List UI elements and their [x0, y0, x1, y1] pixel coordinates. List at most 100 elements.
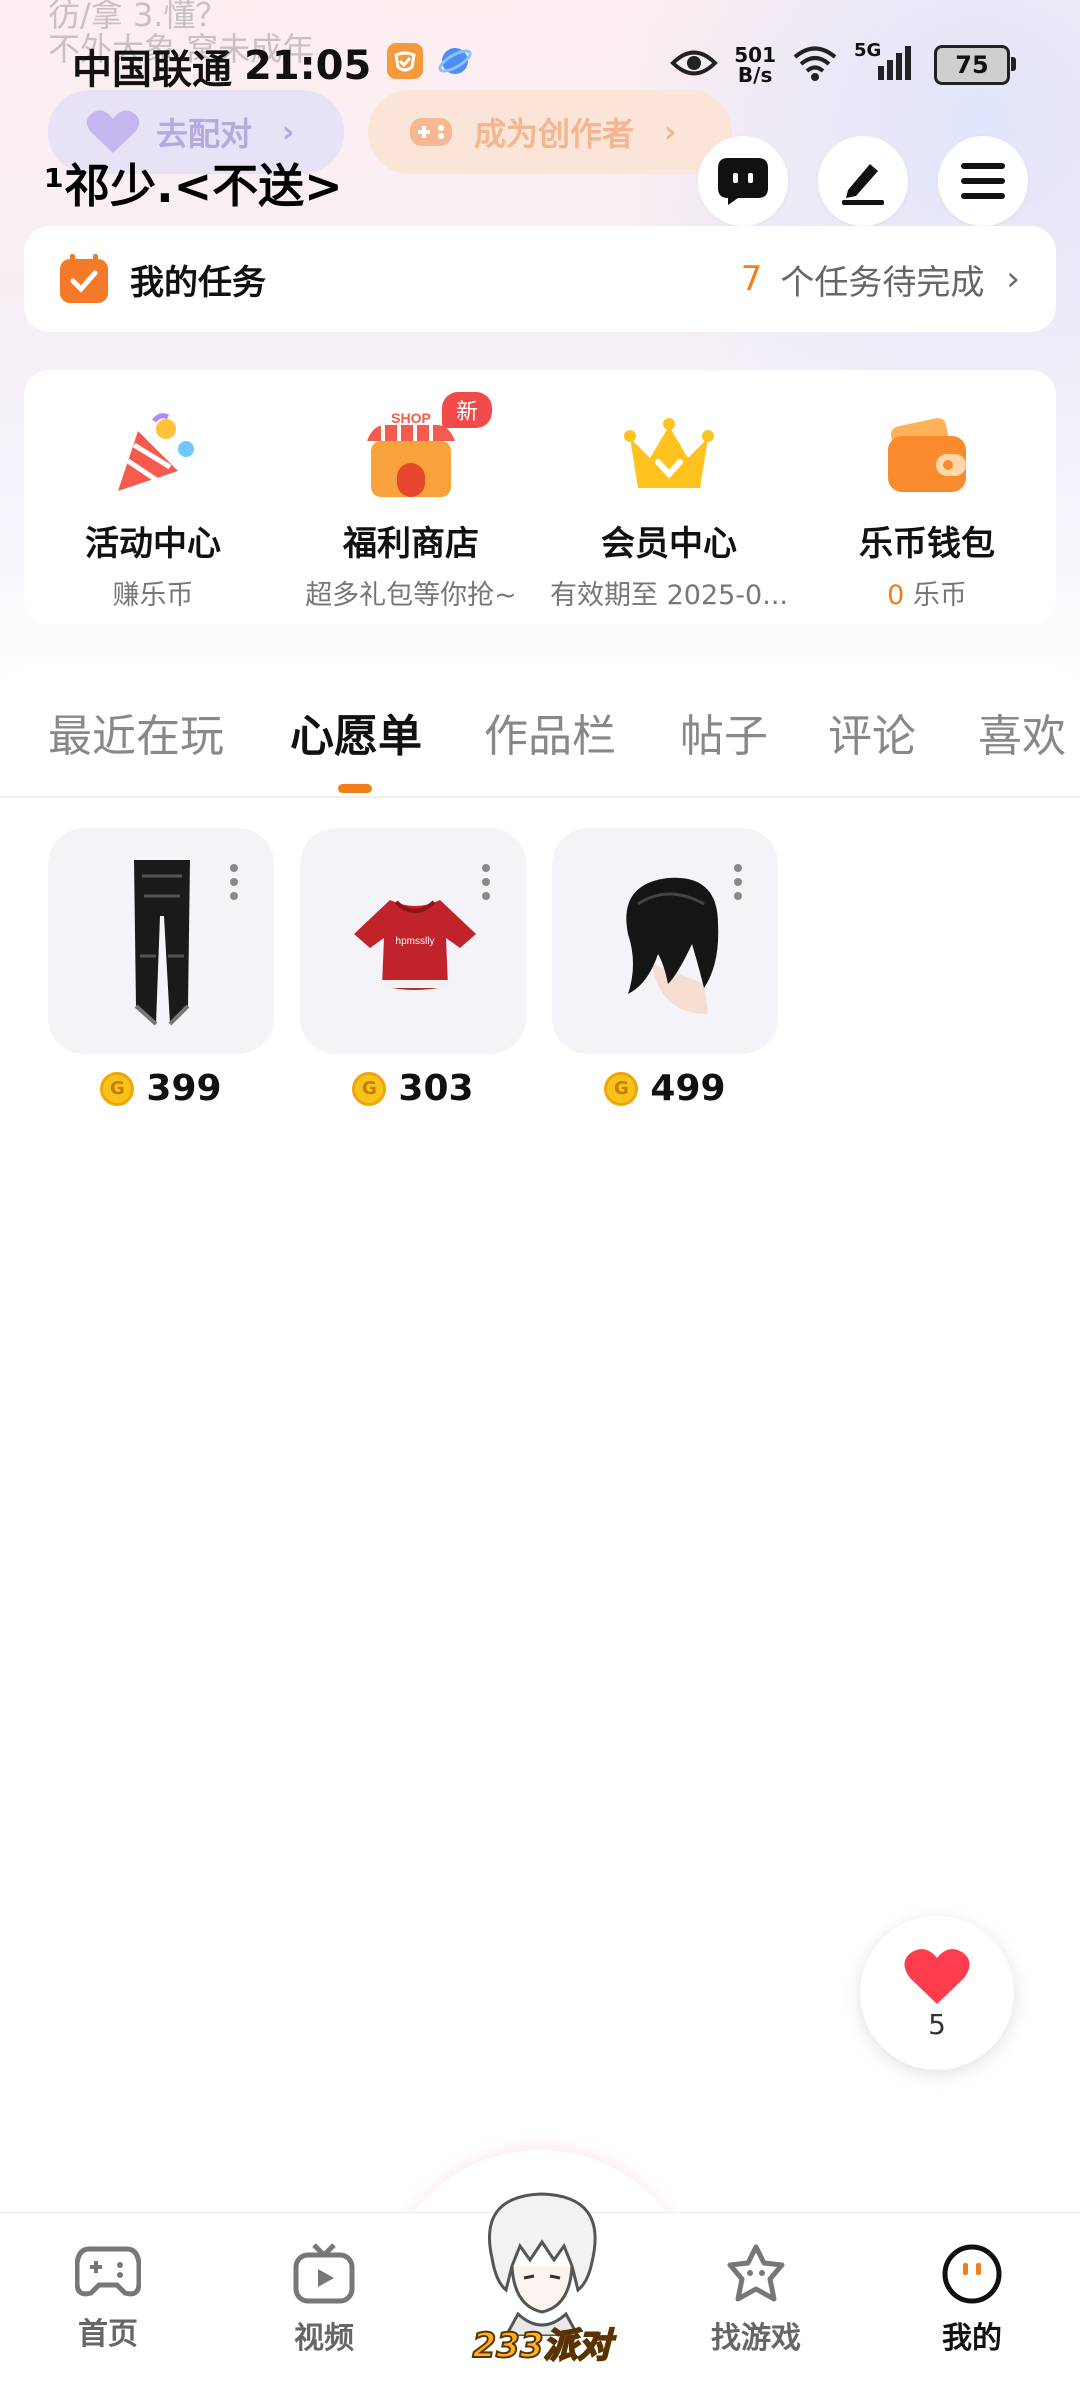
quick-entry-card: 活动中心 赚乐币 SHOP 新 福利商店 超多礼包等你抢~ 会员中心 有效期至 … — [24, 370, 1056, 626]
tab-comments[interactable]: 评论 — [828, 700, 916, 764]
tab-posts[interactable]: 帖子 — [680, 700, 768, 764]
wishlist-item[interactable]: hpmsslly G 303 — [300, 828, 526, 1109]
black-hair-image — [608, 864, 728, 1028]
wifi-icon — [792, 44, 838, 86]
coin-balance-unit: 乐币 — [912, 580, 967, 611]
welfare-shop-title: 福利商店 — [343, 524, 479, 564]
my-tasks-title: 我的任务 — [130, 262, 266, 303]
cellular-signal-icon: 5G — [854, 40, 918, 86]
wishlist-item-price: G 303 — [300, 1068, 526, 1109]
messages-button[interactable] — [698, 136, 788, 226]
tab-works[interactable]: 作品栏 — [484, 700, 616, 764]
price-value: 303 — [398, 1068, 474, 1109]
activity-center-entry[interactable]: 活动中心 赚乐币 — [24, 370, 282, 626]
heart-icon — [84, 109, 142, 155]
match-button-label: 去配对 — [156, 115, 253, 153]
become-creator-button[interactable]: 成为创作者 › — [368, 90, 732, 174]
wishlist-item[interactable]: G 499 — [552, 828, 778, 1109]
pending-task-count: 7 — [740, 259, 763, 299]
net-speed-value: 501 — [734, 43, 776, 67]
nav-find-games[interactable]: 找游戏 — [686, 2243, 826, 2357]
clock: 21:05 — [244, 43, 372, 89]
hoodie-print-text: hpmsslly — [396, 936, 435, 947]
menu-button[interactable] — [938, 136, 1028, 226]
black-pants-image — [122, 856, 202, 1030]
coin-wallet-balance: 0 乐币 — [887, 573, 967, 612]
crown-icon — [621, 408, 717, 504]
like-button[interactable]: 5 — [860, 1916, 1014, 2070]
task-calendar-icon — [58, 253, 110, 305]
wishlist-item-price: G 499 — [552, 1068, 778, 1109]
party-popper-icon — [105, 408, 201, 504]
battery-level: 75 — [955, 51, 989, 79]
coin-icon: G — [100, 1071, 135, 1106]
active-tab-indicator — [338, 784, 372, 793]
more-options-icon[interactable] — [734, 864, 742, 906]
net-speed-unit: B/s — [737, 63, 773, 87]
tab-recently-played[interactable]: 最近在玩 — [48, 700, 224, 764]
chevron-right-icon: › — [282, 114, 295, 150]
new-badge: 新 — [442, 392, 493, 428]
nav-me[interactable]: 我的 — [902, 2243, 1042, 2357]
gamepad-icon — [75, 2246, 141, 2297]
app-shield-icon — [385, 41, 425, 91]
activity-center-title: 活动中心 — [85, 524, 221, 564]
nav-video-label: 视频 — [294, 2321, 354, 2356]
status-bar-right: 501 B/s 5G 75 — [670, 40, 1016, 90]
hamburger-menu-icon — [959, 161, 1007, 201]
pencil-icon — [838, 156, 888, 206]
anime-avatar-icon — [487, 2192, 597, 2338]
welfare-shop-entry[interactable]: SHOP 新 福利商店 超多礼包等你抢~ — [282, 370, 540, 626]
member-center-title: 会员中心 — [601, 524, 737, 564]
member-center-subtitle: 有效期至 2025-0... — [550, 580, 788, 611]
pending-tasks[interactable]: 7 个任务待完成 › — [741, 255, 1020, 304]
my-tasks-card[interactable]: 我的任务 7 个任务待完成 › — [24, 226, 1056, 332]
coin-wallet-entry[interactable]: 乐币钱包 0 乐币 — [798, 370, 1056, 626]
nav-home-label: 首页 — [78, 2317, 138, 2352]
nav-find-games-label: 找游戏 — [711, 2321, 801, 2356]
wishlist-item-card[interactable]: hpmsslly — [300, 828, 526, 1054]
member-center-entry[interactable]: 会员中心 有效期至 2025-0... — [540, 370, 798, 626]
edit-profile-button[interactable] — [818, 136, 908, 226]
gamepad-icon — [408, 114, 454, 150]
wishlist-item-card[interactable] — [48, 828, 274, 1054]
nav-me-label: 我的 — [942, 2321, 1002, 2356]
wishlist-item-card[interactable] — [552, 828, 778, 1054]
price-value: 399 — [146, 1068, 222, 1109]
shop-sign-text: SHOP — [391, 411, 431, 426]
profile-tabs: 最近在玩 心愿单 作品栏 帖子 评论 喜欢 — [0, 664, 1080, 798]
tab-wishlist[interactable]: 心愿单 — [290, 700, 422, 764]
coin-icon: G — [352, 1071, 387, 1106]
heart-icon — [902, 1946, 972, 2006]
tab-likes[interactable]: 喜欢 — [978, 700, 1066, 764]
browser-icon — [437, 43, 473, 89]
welfare-shop-subtitle: 超多礼包等你抢~ — [305, 580, 517, 611]
net-speed: 501 B/s — [734, 45, 776, 85]
nav-video[interactable]: 视频 — [254, 2243, 394, 2357]
chevron-right-icon: › — [1006, 259, 1020, 299]
chat-bubble-icon — [716, 156, 770, 206]
like-count: 5 — [928, 2007, 946, 2041]
network-type: 5G — [854, 40, 882, 61]
pending-task-label: 个任务待完成 — [780, 262, 985, 303]
price-value: 499 — [650, 1068, 726, 1109]
username: ¹祁少.<不送> — [44, 159, 343, 213]
party-label[interactable]: 233派对 — [470, 2318, 614, 2367]
more-options-icon[interactable] — [230, 864, 238, 906]
coin-balance-value: 0 — [887, 580, 905, 611]
status-bar-left: 中国联通 21:05 — [72, 36, 473, 96]
wishlist-item-price: G 399 — [48, 1068, 274, 1109]
wallet-icon — [879, 408, 975, 504]
nav-home[interactable]: 首页 — [38, 2243, 178, 2353]
tv-play-icon — [293, 2243, 355, 2304]
wishlist-item[interactable]: G 399 — [48, 828, 274, 1109]
more-options-icon[interactable] — [482, 864, 490, 906]
activity-center-subtitle: 赚乐币 — [112, 580, 194, 611]
carrier-name: 中国联通 — [72, 47, 232, 93]
star-face-icon — [727, 2244, 785, 2302]
smiley-icon — [942, 2244, 1002, 2304]
become-creator-label: 成为创作者 — [474, 115, 635, 153]
chevron-right-icon: › — [664, 114, 677, 150]
eye-icon — [670, 46, 719, 84]
red-hoodie-image: hpmsslly — [350, 894, 480, 998]
